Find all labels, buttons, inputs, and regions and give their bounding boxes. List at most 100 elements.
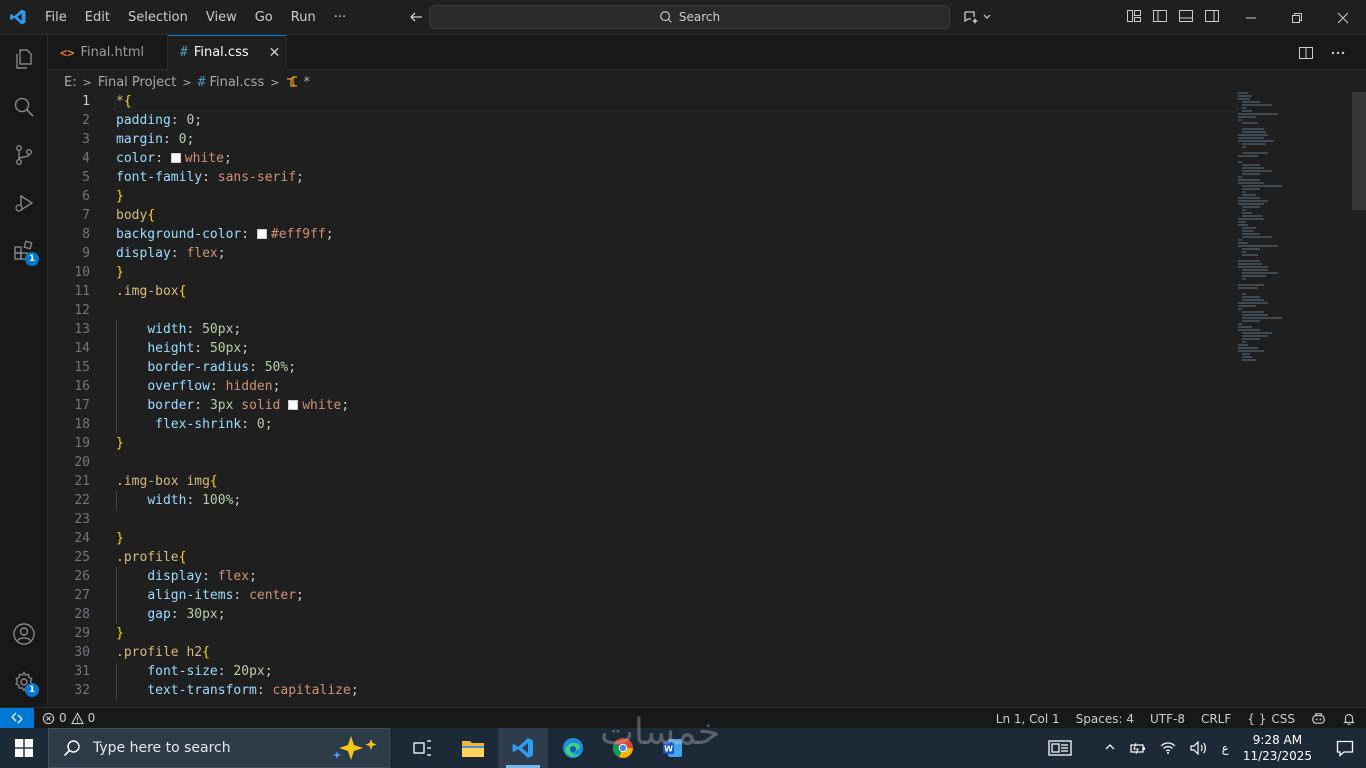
code-line[interactable]: *{ [115,92,1237,112]
tab-final-css[interactable]: # Final.css ✕ [168,35,287,70]
problems-indicator[interactable]: 0 0 [42,711,95,725]
code-line[interactable]: margin: 0; [116,130,1236,149]
code-line[interactable]: font-size: 20px; [116,662,1236,681]
code-area[interactable]: *{padding: 0; margin: 0; color: white; font… [115,92,1237,700]
restore-icon[interactable] [1274,0,1320,35]
tab-final-html[interactable]: <> Final.html [48,35,168,70]
code-line[interactable] [116,301,1236,320]
scrollbar-thumb[interactable] [1352,92,1366,210]
html-file-icon: <> [60,45,75,60]
code-line[interactable]: gap: 30px; [116,605,1236,624]
close-icon[interactable]: ✕ [269,45,281,61]
input-language[interactable]: ع [1222,741,1229,755]
code-line[interactable]: width: 100%; [116,491,1236,510]
windows-start-icon[interactable] [0,728,48,768]
breadcrumb-symbol[interactable]: * [303,75,310,90]
end-of-line[interactable]: CRLF [1201,712,1231,726]
tray-chevron-up-icon[interactable] [1104,741,1116,756]
file-explorer-icon[interactable] [448,728,498,768]
task-view-icon[interactable] [398,728,448,768]
back-arrow-icon[interactable] [407,8,425,26]
code-line[interactable]: } [116,624,1236,643]
copilot-status-icon[interactable] [1311,711,1326,726]
menu-file[interactable]: File [36,0,76,35]
line-number: 17 [74,398,90,413]
code-line[interactable]: display: flex; [116,567,1236,586]
split-editor-icon[interactable] [1298,45,1314,61]
code-line[interactable]: width: 50px; [116,320,1236,339]
code-line[interactable]: } [116,263,1236,282]
code-line[interactable] [116,453,1236,472]
color-swatch[interactable] [288,400,299,410]
code-line[interactable]: .img-box{ [116,282,1236,301]
code-line[interactable]: height: 50px; [116,339,1236,358]
menu-run[interactable]: Run [282,0,325,35]
code-line[interactable]: border-radius: 50%; [116,358,1236,377]
breadcrumb-folder[interactable]: Final Project [98,75,177,90]
menu-view[interactable]: View [197,0,246,35]
code-line[interactable]: color: white; [116,149,1236,168]
code-line[interactable]: align-items: center; [116,586,1236,605]
breadcrumb-drive[interactable]: E: [64,75,77,90]
minimap-line [1242,188,1260,190]
language-mode[interactable]: { } CSS [1247,712,1295,726]
battery-icon[interactable] [1130,741,1146,755]
code-line[interactable]: border: 3px solid white; [116,396,1236,415]
breadcrumb-file[interactable]: Final.css [209,75,264,90]
code-line[interactable]: body{ [116,206,1236,225]
notification-center-icon[interactable] [1336,739,1354,757]
command-center-search[interactable]: Search [429,5,950,29]
code-line[interactable]: padding: 0; [116,111,1236,130]
clock[interactable]: 9:28 AM 11/23/2025 [1243,732,1312,764]
news-widget-icon[interactable] [1048,739,1072,757]
more-actions-icon[interactable] [1330,45,1346,61]
minimize-icon[interactable] [1228,0,1274,35]
code-line[interactable]: text-transform: capitalize; [116,681,1236,700]
menu-selection[interactable]: Selection [119,0,197,35]
vscode-taskbar-icon[interactable] [498,728,548,768]
toggle-secondary-sidebar-icon[interactable] [1204,8,1220,24]
minimap-line [1238,350,1264,352]
code-line[interactable]: .profile{ [116,548,1236,567]
code-line[interactable]: } [116,434,1236,453]
code-editor[interactable]: 1 2 3 4 5 6 7 8 9 10 11 12 13 14 15 16 17 18 19 20 21 22 23 24 2… [48,92,1366,707]
color-swatch[interactable] [170,153,181,163]
vertical-scrollbar[interactable] [1352,92,1366,707]
taskbar-search-box[interactable]: Type here to search [48,728,390,768]
code-line[interactable]: } [116,529,1236,548]
menu-edit[interactable]: Edit [76,0,119,35]
color-swatch[interactable] [256,229,267,239]
code-line[interactable]: } [116,187,1236,206]
code-line[interactable]: overflow: hidden; [116,377,1236,396]
code-line[interactable]: background-color: #eff9ff; [116,225,1236,244]
encoding[interactable]: UTF-8 [1150,712,1185,726]
extensions-icon[interactable]: 1 [0,227,48,275]
code-line[interactable]: display: flex; [116,244,1236,263]
edge-browser-icon[interactable] [548,728,598,768]
toggle-panel-icon[interactable] [1178,8,1194,24]
explorer-icon[interactable] [0,35,48,83]
toggle-sidebar-icon[interactable] [1152,8,1168,24]
run-debug-icon[interactable] [0,179,48,227]
notifications-bell-icon[interactable] [1342,712,1356,726]
menu-more[interactable]: ··· [325,0,355,35]
minimap[interactable] [1238,92,1338,362]
code-line[interactable] [116,510,1236,529]
search-view-icon[interactable] [0,83,48,131]
account-icon[interactable] [0,610,48,658]
copilot-button[interactable] [962,8,992,26]
cursor-position[interactable]: Ln 1, Col 1 [996,712,1060,726]
code-line[interactable]: .img-box img{ [116,472,1236,491]
close-window-icon[interactable] [1320,0,1366,35]
menu-go[interactable]: Go [246,0,282,35]
settings-gear-icon[interactable]: 1 [0,658,48,706]
code-line[interactable]: .profile h2{ [116,643,1236,662]
code-line[interactable]: font-family: sans-serif; [116,168,1236,187]
source-control-icon[interactable] [0,131,48,179]
volume-icon[interactable] [1190,741,1208,755]
customize-layout-icon[interactable] [1126,8,1142,24]
code-line[interactable]: flex-shrink: 0; [116,415,1236,434]
indentation[interactable]: Spaces: 4 [1076,712,1134,726]
wifi-icon[interactable] [1160,741,1176,755]
remote-indicator[interactable] [0,707,34,729]
